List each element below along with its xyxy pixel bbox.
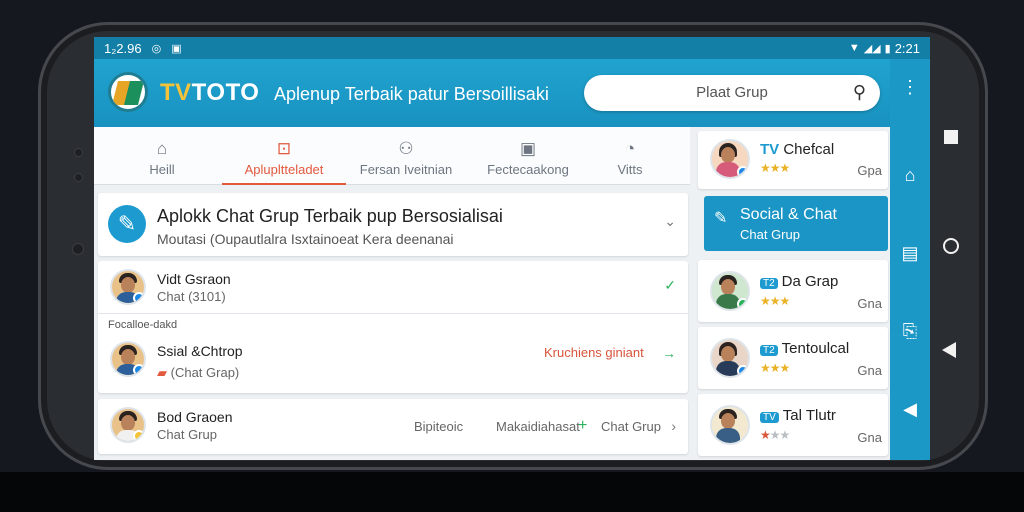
search-placeholder: Plaat Grup xyxy=(696,84,768,101)
background-band xyxy=(0,472,1024,512)
divider xyxy=(98,313,688,314)
side-rail: ⋮ ⌂ ▤ ⎘ ◀ xyxy=(890,59,930,460)
more-menu-icon[interactable]: ⋮ xyxy=(890,77,930,98)
tab-settings[interactable]: ◔ Vitts xyxy=(568,127,692,185)
tab-bar: ⌂ Heill ⊡ Aplupltteladet ⚇ Fersan Iveitn… xyxy=(94,127,690,185)
rating-stars: ★★★ xyxy=(760,361,790,375)
camera-dot xyxy=(74,173,83,182)
contact-card[interactable]: T2 Da Grap ★★★ Gna xyxy=(698,260,888,322)
home-icon: ⌂ xyxy=(156,139,168,158)
pin-icon: ✎ xyxy=(714,210,728,227)
hero-title: Aplokk Chat Grup Terbaik pup Bersosialis… xyxy=(157,206,503,226)
bookmark-icon: ⊡ xyxy=(276,139,292,158)
social-chat-card[interactable]: ✎ Social & Chat Chat Grup xyxy=(704,196,888,251)
chevron-right-icon[interactable]: › xyxy=(671,418,676,434)
battery-icon: ▮ xyxy=(884,42,891,55)
status-time: 1₂2.96 xyxy=(104,40,142,56)
overview-button-icon[interactable] xyxy=(944,130,958,144)
rating-stars: ★★★ xyxy=(760,161,790,175)
tab-app[interactable]: ⊡ Aplupltteladet xyxy=(222,127,346,185)
avatar xyxy=(710,271,750,311)
notification-icon: ▣ xyxy=(171,42,182,55)
contact-card[interactable]: T2 Tentoulcal ★★★ Gna xyxy=(698,327,888,389)
avatar xyxy=(710,338,750,378)
home-button-icon[interactable] xyxy=(943,238,959,254)
avatar xyxy=(710,405,750,445)
share-icon[interactable]: ⎘ xyxy=(890,321,930,342)
phone-screen: 1₂2.96 ◎ ▣ ▼ ◢◢ ▮ 2:21 TVTOTO Aplenup Te… xyxy=(94,37,930,460)
row-action-text[interactable]: Kruchiens giniant xyxy=(544,345,644,360)
avatar xyxy=(110,269,146,305)
wifi-icon: ▼ xyxy=(848,42,860,54)
signal-icon: ◢◢ xyxy=(863,42,881,55)
back-icon[interactable]: ◀ xyxy=(890,399,930,420)
tab-chat[interactable]: ⚇ Fersan Iveitnian xyxy=(344,127,468,185)
hero-card[interactable]: ✎ Aplokk Chat Grup Terbaik pup Bersosial… xyxy=(98,193,688,256)
gift-icon: ▰ xyxy=(157,365,167,380)
avatar xyxy=(110,341,146,377)
arrow-right-icon[interactable]: → xyxy=(662,345,676,361)
list-item[interactable]: Bod Graoen Chat Grup Bipiteoic Makaidiah… xyxy=(98,399,688,454)
group-list-card: Vidt Gsraon Chat (3101) ✓ Focalloe-dakd … xyxy=(98,261,688,393)
avatar xyxy=(110,407,146,443)
chat-icon: ⚇ xyxy=(398,139,414,158)
rating-stars: ★★★ xyxy=(760,428,790,442)
chat-tool-icon: ✎ xyxy=(108,205,146,243)
front-camera xyxy=(72,243,84,255)
home-icon[interactable]: ⌂ xyxy=(890,165,930,186)
plus-icon[interactable]: + xyxy=(578,417,587,435)
section-label: Focalloe-dakd xyxy=(108,319,178,331)
status-bar: 1₂2.96 ◎ ▣ ▼ ◢◢ ▮ 2:21 xyxy=(94,37,930,59)
hero-subtitle: Moutasi (Oupautlalra Isxtainoeat Kera de… xyxy=(157,231,454,247)
brand-name: TVTOTO xyxy=(160,79,260,106)
featured-contact[interactable]: TV Chefcal ★★★ Gpa xyxy=(698,131,888,189)
app-bar: TVTOTO Aplenup Terbaik patur Bersoillisa… xyxy=(94,59,890,127)
list-icon[interactable]: ▤ xyxy=(890,243,930,264)
search-icon[interactable]: ⚲ xyxy=(853,82,866,103)
camera-dot xyxy=(74,148,83,157)
contact-card[interactable]: TV Tal Tlutr ★★★ Gna xyxy=(698,394,888,456)
search-input[interactable]: Plaat Grup ⚲ xyxy=(584,75,880,111)
status-clock: 2:21 xyxy=(894,40,920,56)
whatsapp-status-icon: ◎ xyxy=(151,42,162,55)
settings-icon: ◔ xyxy=(624,139,636,158)
back-button-icon[interactable] xyxy=(942,342,956,358)
check-icon[interactable]: ✓ xyxy=(664,277,676,294)
chevron-down-icon[interactable]: ⌄ xyxy=(664,213,676,230)
rating-stars: ★★★ xyxy=(760,294,790,308)
avatar xyxy=(710,139,750,179)
app-logo-icon[interactable] xyxy=(108,72,148,112)
app-tagline: Aplenup Terbaik patur Bersoillisaki xyxy=(274,84,549,104)
tab-home[interactable]: ⌂ Heill xyxy=(100,127,224,185)
